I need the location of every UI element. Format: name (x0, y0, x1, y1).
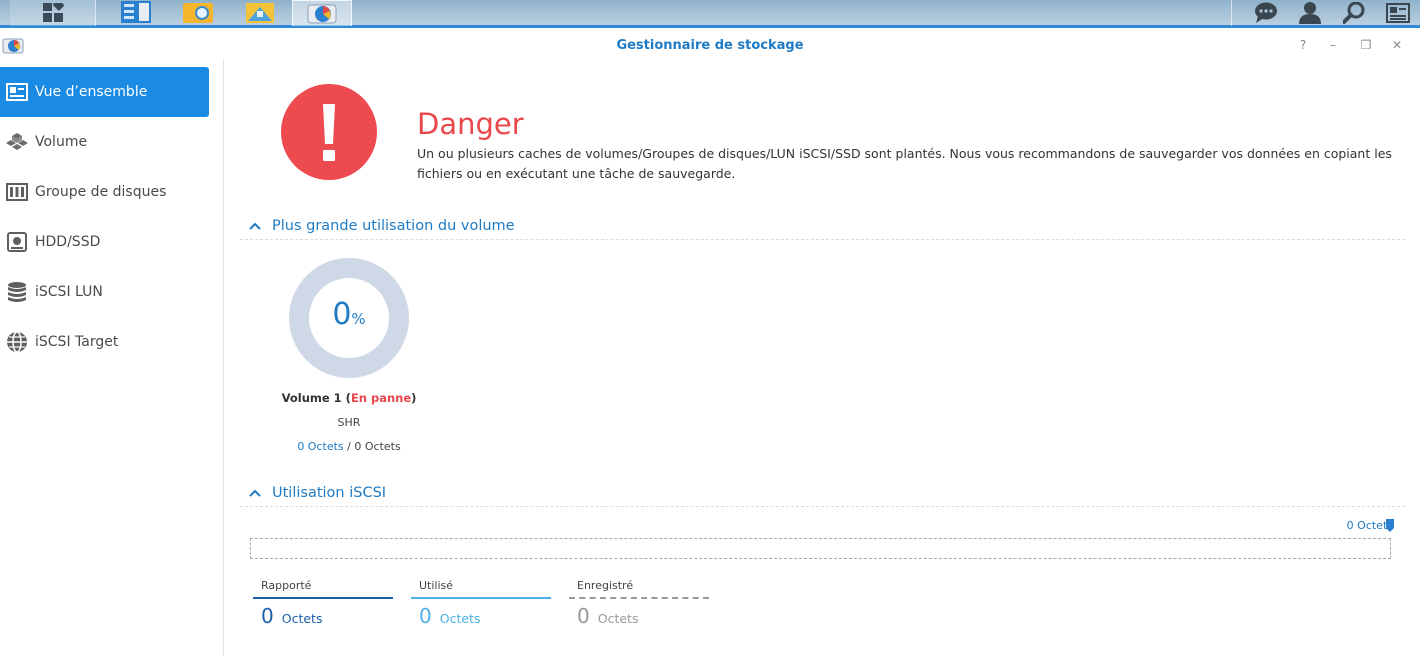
control-panel-button[interactable] (116, 0, 156, 26)
legend-unit: Octets (281, 611, 323, 626)
target-icon (5, 330, 29, 354)
window-title: Gestionnaire de stockage (616, 38, 804, 53)
volume-usage-value: 0% (289, 297, 409, 332)
legend-number: 0 (261, 604, 274, 628)
chevron-up-icon (248, 488, 266, 498)
search-button[interactable] (1332, 0, 1376, 26)
legend-reported: Rapporté 0 Octets (253, 579, 393, 639)
iscsi-usage-section-header[interactable]: Utilisation iSCSI (240, 479, 1405, 507)
iscsi-usage-bar (250, 538, 1391, 559)
legend-line (569, 597, 709, 599)
taskbar-separator (1231, 0, 1232, 26)
volume-usage-section-header[interactable]: Plus grande utilisation du volume (240, 212, 1405, 240)
legend-value: 0 Octets (261, 604, 393, 628)
package-center-icon (246, 3, 274, 23)
capacity-separator: / (347, 440, 351, 453)
legend-unit: Octets (597, 611, 639, 626)
sidebar-item-label: Volume (35, 134, 88, 150)
file-station-button[interactable] (178, 0, 218, 26)
search-icon (1343, 2, 1365, 24)
hdd-icon (5, 230, 29, 254)
storage-manager-taskbar-button[interactable] (292, 0, 352, 26)
legend-number: 0 (419, 604, 432, 628)
iscsi-bar-label: 0 Octets (1346, 519, 1393, 532)
volume-name[interactable]: Volume 1 (En panne) (245, 391, 453, 405)
window-titlebar[interactable]: Gestionnaire de stockage ? – ❐ ✕ (0, 31, 1420, 59)
lun-icon (5, 280, 29, 304)
legend-value: 0 Octets (577, 604, 709, 628)
help-icon: ? (1299, 38, 1307, 52)
sidebar-item-label: Groupe de disques (35, 184, 167, 200)
volume-state-badge: En panne (350, 391, 412, 405)
user-button[interactable] (1288, 0, 1332, 26)
main-menu-icon (42, 3, 64, 22)
taskbar (0, 0, 1420, 28)
sidebar-item-disk-group[interactable]: Groupe de disques (0, 167, 209, 217)
legend-unit: Octets (439, 611, 481, 626)
legend-used: Utilisé 0 Octets (411, 579, 551, 639)
volume-used: 0 Octets (297, 440, 344, 453)
legend-value: 0 Octets (419, 604, 551, 628)
notifications-icon (1255, 2, 1277, 23)
help-button[interactable]: ? (1295, 37, 1311, 53)
status-message: Un ou plusieurs caches de volumes/Groupe… (417, 146, 1392, 181)
taskbar-right (1231, 0, 1420, 26)
volume-capacity: 0 Octets / 0 Octets (245, 440, 453, 453)
close-button[interactable]: ✕ (1389, 37, 1405, 53)
user-icon (1299, 2, 1321, 24)
sidebar-item-iscsi-lun[interactable]: iSCSI LUN (0, 267, 209, 317)
status-title: Danger (417, 107, 524, 141)
control-panel-icon (121, 1, 151, 23)
danger-status-icon (281, 84, 377, 180)
package-center-button[interactable] (240, 0, 280, 26)
legend-label: Enregistré (577, 579, 634, 592)
legend-line (411, 597, 551, 599)
close-icon: ✕ (1391, 38, 1403, 52)
sidebar-item-label: iSCSI Target (35, 334, 119, 350)
usage-number: 0 (332, 297, 352, 332)
sidebar-item-overview[interactable]: Vue d’ensemble (0, 67, 209, 117)
legend-label: Utilisé (419, 579, 454, 592)
iscsi-limit-marker-icon (1386, 519, 1394, 532)
volume-name-text: Volume 1 (281, 391, 342, 405)
file-station-icon (183, 3, 213, 23)
chevron-up-icon (248, 221, 266, 231)
restore-icon: ❐ (1360, 38, 1372, 52)
volume-icon (5, 130, 29, 154)
sidebar: Vue d’ensemble Volume Groupe de disques (0, 59, 224, 656)
main-content: Danger Un ou plusieurs caches de volumes… (225, 59, 1420, 656)
section-title: Utilisation iSCSI (272, 484, 387, 501)
widgets-icon (1386, 3, 1410, 23)
legend-label: Rapporté (261, 579, 312, 592)
section-title: Plus grande utilisation du volume (272, 217, 515, 234)
main-menu-button[interactable] (10, 0, 96, 26)
legend-line (253, 597, 393, 599)
usage-unit: % (351, 310, 366, 328)
legend-number: 0 (577, 604, 590, 628)
exclamation-icon (323, 104, 335, 161)
minimize-icon: – (1330, 38, 1336, 52)
sidebar-item-label: Vue d’ensemble (35, 84, 148, 100)
storage-manager-icon (307, 4, 337, 23)
volume-raid-type: SHR (337, 416, 361, 429)
sidebar-item-label: HDD/SSD (35, 234, 101, 250)
restore-button[interactable]: ❐ (1358, 37, 1374, 53)
volume-total: 0 Octets (354, 440, 401, 453)
sidebar-item-iscsi-target[interactable]: iSCSI Target (0, 317, 209, 367)
overview-icon (5, 80, 29, 104)
sidebar-item-hdd-ssd[interactable]: HDD/SSD (0, 217, 209, 267)
sidebar-item-label: iSCSI LUN (35, 284, 103, 300)
widgets-button[interactable] (1376, 0, 1420, 26)
minimize-button[interactable]: – (1325, 37, 1341, 53)
sidebar-item-volume[interactable]: Volume (0, 117, 209, 167)
disk-group-icon (5, 180, 29, 204)
notifications-button[interactable] (1244, 0, 1288, 26)
legend-recorded: Enregistré 0 Octets (569, 579, 709, 639)
